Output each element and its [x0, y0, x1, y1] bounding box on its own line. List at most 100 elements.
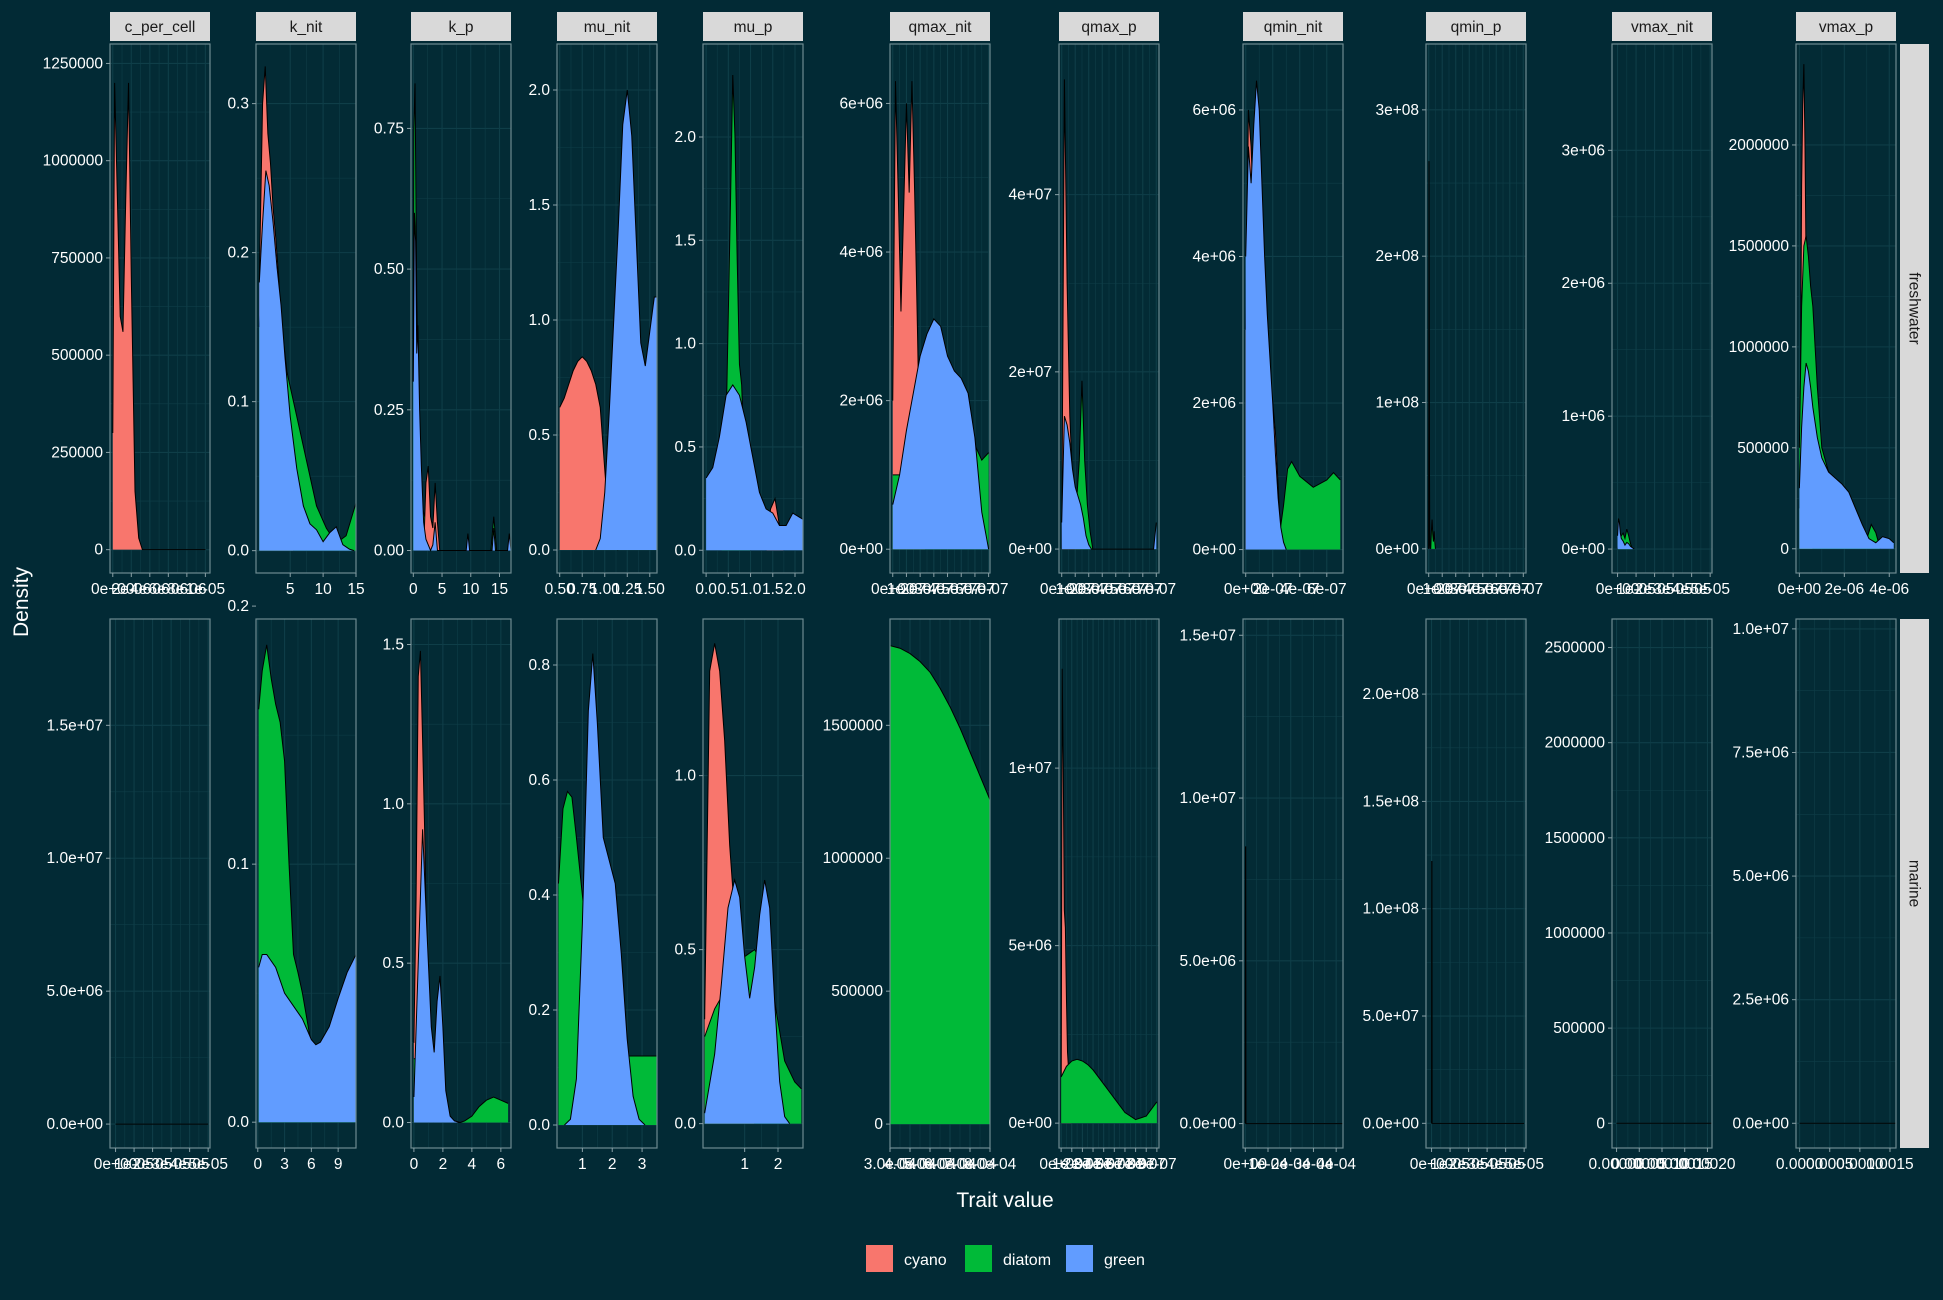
x-axis-title: Trait value: [956, 1189, 1053, 1212]
y-tick-label: 2000000: [1729, 137, 1790, 154]
facet-strip-label: qmax_p: [1081, 19, 1136, 36]
y-tick-label: 500000: [1737, 440, 1789, 457]
y-tick-label: 5.0e+06: [47, 983, 103, 1000]
y-tick-label: 0.3: [227, 96, 249, 113]
y-tick-label: 2e+06: [1192, 395, 1236, 412]
x-tick-label: 0e+00: [1778, 581, 1822, 598]
y-tick-label: 1000000: [1729, 339, 1790, 356]
facet-strip-label: qmin_p: [1451, 19, 1502, 36]
y-tick-label: 0.5: [528, 427, 550, 444]
x-tick-label: 1.50: [635, 581, 666, 598]
x-tick-label: 7e-07: [1503, 581, 1543, 598]
y-tick-label: 500000: [831, 983, 883, 1000]
x-tick-label: 1e-05: [186, 581, 226, 598]
x-tick-label: 7e-07: [969, 581, 1009, 598]
y-tick-label: 1250000: [43, 55, 104, 72]
y-tick-label: 0.0: [674, 1116, 696, 1133]
y-tick-label: 0.75: [374, 120, 404, 137]
y-tick-label: 0e+00: [1561, 541, 1605, 558]
y-tick-label: 1e+07: [1008, 760, 1052, 777]
x-tick-label: 1.5: [762, 581, 784, 598]
facet-strip-mu_p: mu_p: [703, 12, 803, 41]
y-tick-label: 0e+00: [1008, 541, 1052, 558]
facet-strip-k_nit: k_nit: [256, 12, 356, 41]
y-tick-label: 2.0: [528, 82, 550, 99]
facet-strip-k_p: k_p: [411, 12, 511, 41]
y-tick-label: 0.0: [382, 1115, 404, 1132]
y-tick-label: 0.0: [227, 543, 249, 560]
y-tick-label: 0.25: [374, 402, 404, 419]
y-tick-label: 2e+06: [839, 393, 883, 410]
facet-strip-label: mu_p: [734, 19, 773, 36]
y-tick-label: 1000000: [43, 153, 104, 170]
y-tick-label: 0.0: [528, 542, 550, 559]
x-tick-label: 2e-06: [1824, 581, 1864, 598]
facet-strip-c_per_cell: c_per_cell: [110, 12, 210, 41]
x-tick-label: 15: [347, 581, 364, 598]
facet-strip-label: vmax_p: [1819, 19, 1873, 36]
y-tick-label: 1.0: [528, 312, 550, 329]
facet-strip-label: k_nit: [290, 19, 323, 36]
x-tick-label: 2: [774, 1156, 783, 1173]
y-tick-label: 0.1: [227, 856, 249, 873]
x-tick-label: 3: [280, 1156, 289, 1173]
y-tick-label: 1.0: [674, 336, 696, 353]
facet-strip-label: marine: [1906, 860, 1923, 907]
y-tick-label: 0e+00: [1192, 542, 1236, 559]
y-tick-label: 500000: [1553, 1020, 1605, 1037]
legend-label-diatom: diatom: [1003, 1252, 1051, 1269]
y-tick-label: 0.0: [528, 1117, 550, 1134]
y-tick-label: 0.2: [227, 245, 249, 262]
x-tick-label: 5e-05: [1690, 581, 1730, 598]
y-tick-label: 0.8: [528, 657, 550, 674]
facet-strip-label: freshwater: [1906, 272, 1923, 344]
y-tick-label: 1.0: [382, 796, 404, 813]
y-tick-label: 0.0e+00: [1363, 1115, 1420, 1132]
y-tick-label: 2.5e+06: [1733, 992, 1789, 1009]
chart-canvas: 0250000500000750000100000012500000e+002e…: [0, 0, 1943, 1295]
y-tick-label: 0.2: [227, 598, 249, 615]
facet-strip-qmin_p: qmin_p: [1426, 12, 1526, 41]
legend-swatch-green: [1066, 1245, 1093, 1272]
x-tick-label: 1.0: [740, 581, 762, 598]
x-tick-label: 0.0015: [1866, 1156, 1913, 1173]
y-tick-label: 4e+06: [1192, 248, 1236, 265]
facet-strip-vmax_p: vmax_p: [1796, 12, 1896, 41]
y-tick-label: 2500000: [1545, 640, 1606, 657]
y-tick-label: 0.0e+00: [1733, 1115, 1790, 1132]
y-tick-label: 5.0e+06: [1180, 953, 1236, 970]
y-tick-label: 1000000: [823, 850, 884, 867]
x-tick-label: 5: [438, 581, 447, 598]
legend-swatch-cyano: [866, 1245, 893, 1272]
y-tick-label: 1.5e+07: [1180, 627, 1236, 644]
x-tick-label: 4e-06: [1869, 581, 1909, 598]
x-tick-label: 2: [439, 1156, 448, 1173]
y-tick-label: 3e+08: [1375, 102, 1419, 119]
facet-strip-label: qmin_nit: [1264, 19, 1323, 36]
x-tick-label: 3: [638, 1156, 647, 1173]
faceted-density-chart: 0 250000 500000 750000 1000000 1250000 0e+00 2e…: [0, 0, 1943, 1300]
y-tick-label: 0.5: [674, 942, 696, 959]
y-tick-label: 0.5: [382, 955, 404, 972]
y-tick-label: 500000: [51, 347, 103, 364]
y-tick-label: 1.5: [528, 197, 550, 214]
x-tick-label: 10: [314, 581, 332, 598]
panel-background: [1243, 619, 1343, 1148]
y-tick-label: 2.0e+08: [1363, 686, 1419, 703]
x-tick-label: 7e-07: [1136, 581, 1176, 598]
y-tick-label: 1.0e+08: [1363, 901, 1419, 918]
facet-strip-label: k_p: [449, 19, 474, 36]
x-tick-label: 0.5: [718, 581, 740, 598]
y-tick-label: 2e+08: [1375, 248, 1419, 265]
y-tick-label: 1500000: [1545, 830, 1606, 847]
x-tick-label: 15: [491, 581, 508, 598]
y-tick-label: 6e+06: [1192, 102, 1236, 119]
y-tick-label: 5e+06: [1008, 938, 1052, 955]
legend-label-green: green: [1104, 1252, 1145, 1269]
x-tick-label: 2.0: [784, 581, 806, 598]
y-tick-label: 1.0e+07: [1733, 621, 1789, 638]
panel-background: [1796, 619, 1896, 1148]
facet-strip-freshwater: freshwater: [1900, 44, 1929, 573]
y-tick-label: 7.5e+06: [1733, 744, 1789, 761]
x-tick-label: 8.0e-04: [964, 1156, 1017, 1173]
